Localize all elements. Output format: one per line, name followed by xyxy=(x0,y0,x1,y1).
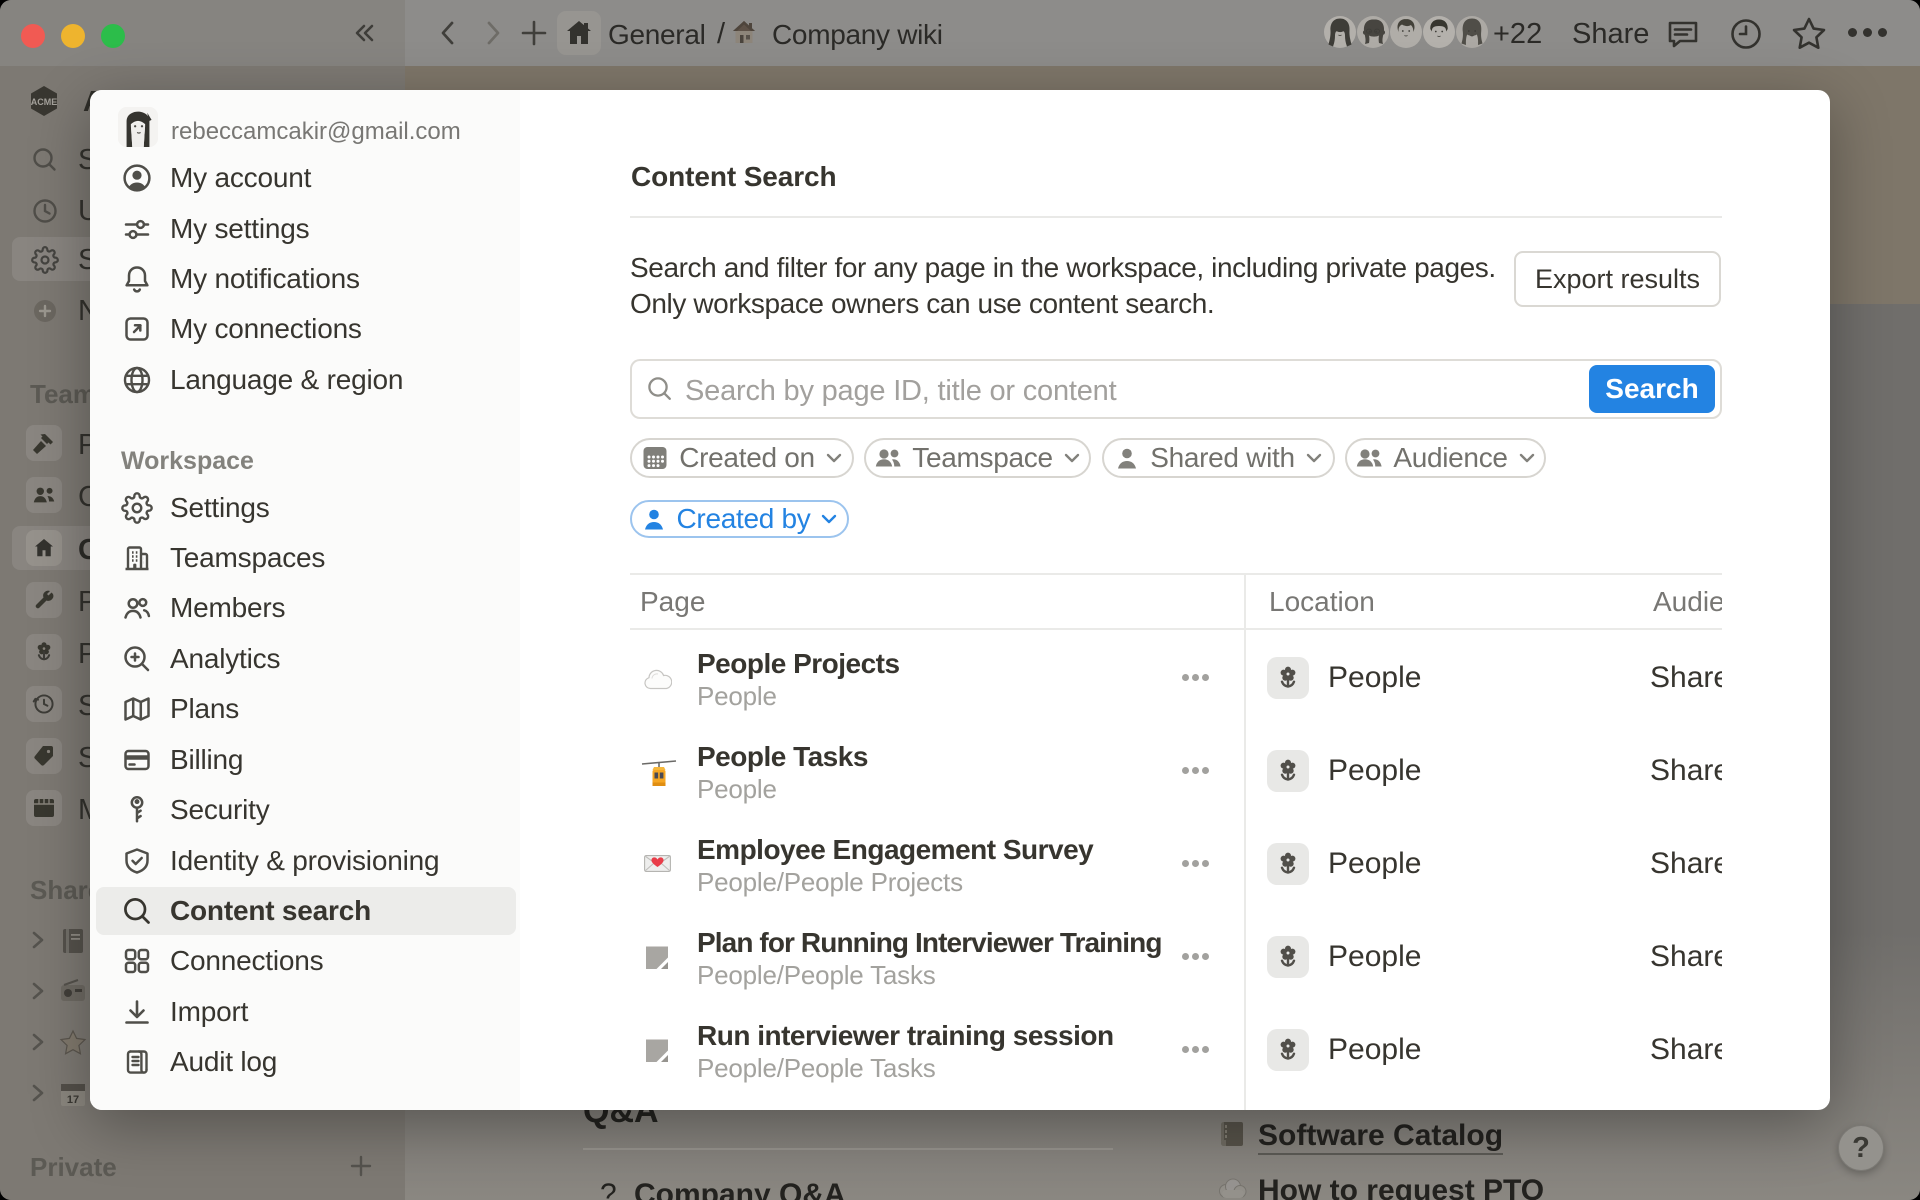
svg-text:ACME: ACME xyxy=(31,97,58,107)
svg-text:17: 17 xyxy=(67,1094,79,1106)
